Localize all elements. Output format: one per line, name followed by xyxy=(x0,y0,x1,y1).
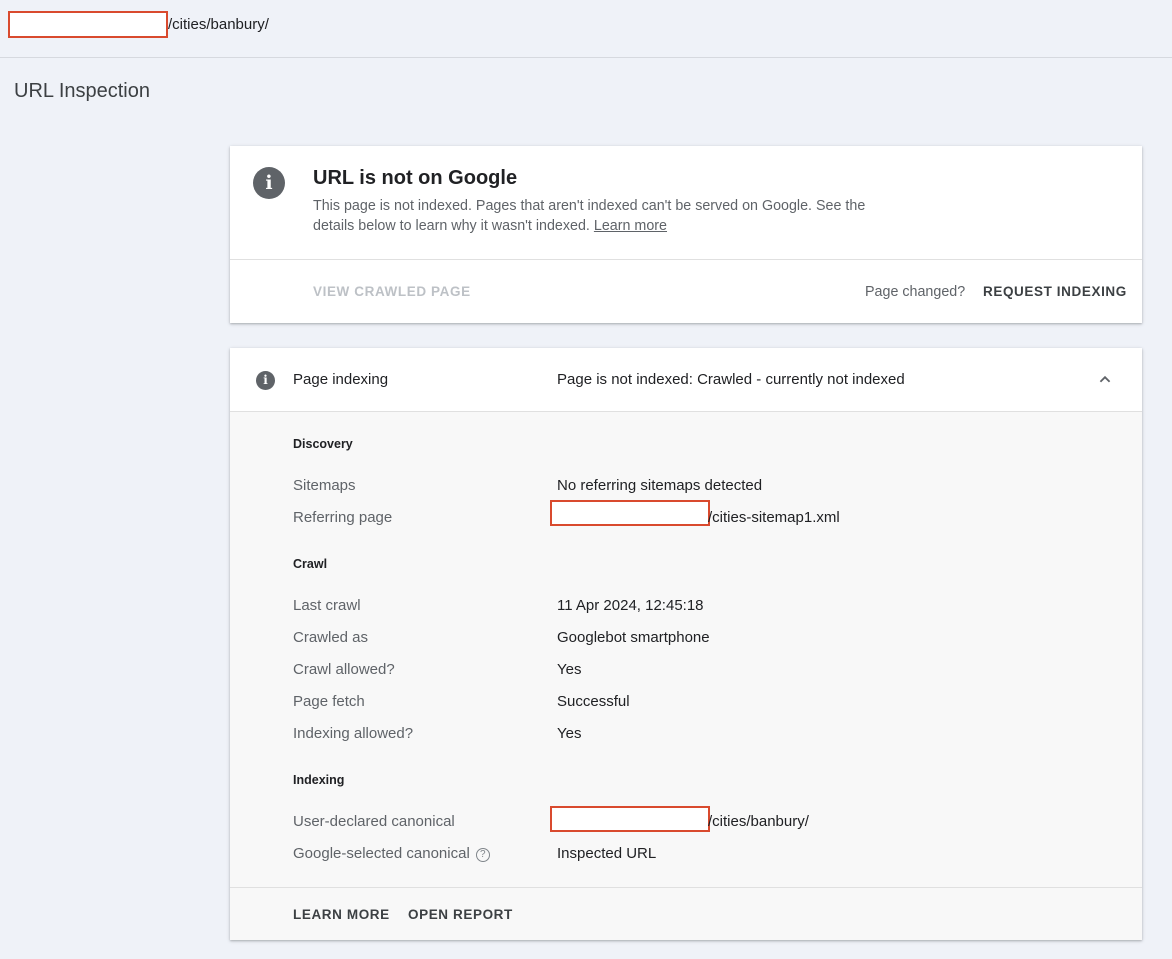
page-indexing-label: Page indexing xyxy=(293,371,389,388)
divider xyxy=(230,887,1142,888)
user-canonical-label: User-declared canonical xyxy=(293,813,455,830)
sitemaps-label: Sitemaps xyxy=(293,477,356,494)
redacted-domain xyxy=(8,11,168,38)
info-icon: i xyxy=(256,371,275,390)
page-indexing-status: Page is not indexed: Crawled - currently… xyxy=(557,371,905,388)
section-title-indexing: Indexing xyxy=(293,773,345,787)
inspected-url-suffix: /cities/banbury/ xyxy=(168,16,269,33)
request-indexing-button[interactable]: REQUEST INDEXING xyxy=(983,284,1127,299)
chevron-up-icon[interactable] xyxy=(1094,368,1116,390)
referring-page-label: Referring page xyxy=(293,509,393,526)
divider xyxy=(230,259,1142,260)
crawl-allowed-label: Crawl allowed? xyxy=(293,661,395,678)
referring-page-value[interactable]: /cities-sitemap1.xml xyxy=(708,509,840,526)
google-canonical-label: Google-selected canonical xyxy=(293,845,470,862)
google-canonical-value: Inspected URL xyxy=(557,845,657,862)
top-bar: /cities/banbury/ xyxy=(0,0,1172,58)
status-headline: URL is not on Google xyxy=(313,167,518,189)
open-report-button[interactable]: OPEN REPORT xyxy=(408,907,513,922)
status-description-text: This page is not indexed. Pages that are… xyxy=(313,198,866,234)
page-changed-text: Page changed? xyxy=(865,284,966,300)
help-icon[interactable]: ? xyxy=(475,848,490,862)
redacted-domain xyxy=(550,500,710,526)
page-indexing-card: i Page indexing Page is not indexed: Cra… xyxy=(230,348,1142,940)
crawled-as-value: Googlebot smartphone xyxy=(557,629,710,646)
last-crawl-value: 11 Apr 2024, 12:45:18 xyxy=(557,597,704,614)
crawled-as-label: Crawled as xyxy=(293,629,369,646)
info-icon: i xyxy=(253,167,285,199)
page-fetch-label: Page fetch xyxy=(293,693,365,710)
page-title: URL Inspection xyxy=(14,80,150,102)
view-crawled-page-button[interactable]: VIEW CRAWLED PAGE xyxy=(313,284,471,299)
page-indexing-header[interactable]: i Page indexing Page is not indexed: Cra… xyxy=(230,348,1142,412)
indexing-allowed-label: Indexing allowed? xyxy=(293,725,414,742)
indexing-allowed-value: Yes xyxy=(557,725,582,742)
sitemaps-value: No referring sitemaps detected xyxy=(557,477,763,494)
url-status-card: i URL is not on Google This page is not … xyxy=(230,146,1142,323)
last-crawl-label: Last crawl xyxy=(293,597,361,614)
redacted-domain xyxy=(550,806,710,832)
learn-more-button[interactable]: LEARN MORE xyxy=(293,907,390,922)
crawl-allowed-value: Yes xyxy=(557,661,582,678)
section-title-discovery: Discovery xyxy=(293,437,353,451)
page-fetch-value: Successful xyxy=(557,693,630,710)
section-title-crawl: Crawl xyxy=(293,557,328,571)
google-canonical-label-row: Google-selected canonical? xyxy=(293,845,490,862)
learn-more-link[interactable]: Learn more xyxy=(594,218,667,234)
user-canonical-value[interactable]: /cities/banbury/ xyxy=(708,813,809,830)
status-description: This page is not indexed. Pages that are… xyxy=(313,196,903,236)
